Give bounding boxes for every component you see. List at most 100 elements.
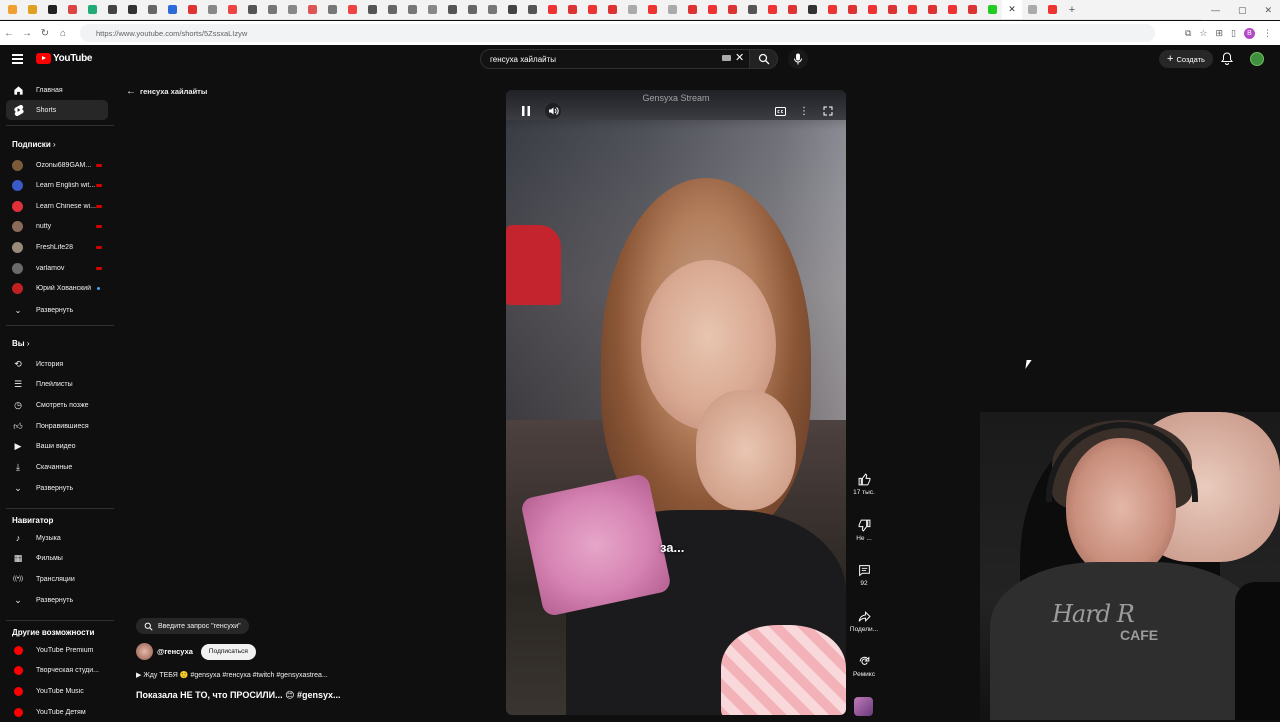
- fullscreen-button[interactable]: [820, 103, 836, 119]
- back-nav-icon[interactable]: ←: [0, 21, 18, 45]
- sidebar-item[interactable]: varlamov: [6, 258, 108, 278]
- sidebar-item[interactable]: Творческая студи...: [6, 661, 108, 681]
- sidebar-item[interactable]: Learn Chinese wi...: [6, 196, 108, 216]
- sidebar-item[interactable]: Ozonы689GAM...: [6, 155, 108, 175]
- subscribe-button[interactable]: Подписаться: [200, 643, 256, 660]
- sidebar-item[interactable]: Learn English wit...: [6, 176, 108, 196]
- browser-tab[interactable]: [242, 0, 262, 19]
- browser-tab[interactable]: [362, 0, 382, 19]
- browser-tab[interactable]: [762, 0, 782, 19]
- maximize-icon[interactable]: ▢: [1238, 5, 1247, 16]
- forward-nav-icon[interactable]: →: [18, 21, 36, 45]
- channel-avatar[interactable]: [136, 643, 153, 660]
- sound-thumbnail[interactable]: [854, 697, 873, 716]
- browser-tab[interactable]: [662, 0, 682, 19]
- browser-tab[interactable]: [602, 0, 622, 19]
- reload-icon[interactable]: ↻: [36, 21, 54, 45]
- browser-tab[interactable]: [102, 0, 122, 19]
- notifications-button[interactable]: [1221, 52, 1233, 70]
- sidebar-item[interactable]: nutty: [6, 217, 108, 237]
- sidebar-item[interactable]: ▶ Ваши видео: [6, 437, 108, 457]
- browser-tab[interactable]: [282, 0, 302, 19]
- browser-tab[interactable]: [742, 0, 762, 19]
- browser-tab[interactable]: [562, 0, 582, 19]
- remix-button[interactable]: Ремикс: [846, 653, 882, 678]
- sidebar-toggle-icon[interactable]: ▯: [1231, 28, 1236, 39]
- sidebar-item[interactable]: YouTube Music: [6, 681, 108, 701]
- url-field[interactable]: https://www.youtube.com/shorts/5ZssxaLIz…: [80, 24, 1155, 42]
- volume-button[interactable]: [545, 103, 561, 119]
- like-button[interactable]: 17 тыс.: [846, 471, 882, 496]
- subscriptions-heading[interactable]: Подписки ›: [12, 140, 56, 149]
- browser-tab[interactable]: [502, 0, 522, 19]
- sidebar-item[interactable]: ◷ Смотреть позже: [6, 395, 108, 415]
- browser-tab[interactable]: [62, 0, 82, 19]
- browser-tab[interactable]: [442, 0, 462, 19]
- sidebar-item[interactable]: YouTube Premium: [6, 640, 108, 660]
- sidebar-item[interactable]: ((•)) Трансляции: [6, 569, 108, 589]
- browser-tab[interactable]: [482, 0, 502, 19]
- sidebar-item[interactable]: ⌄ Развернуть: [6, 478, 108, 498]
- sidebar-item[interactable]: ♪ Музыка: [6, 528, 108, 548]
- sidebar-item[interactable]: YouTube Детям: [6, 702, 108, 722]
- browser-tab[interactable]: [202, 0, 222, 19]
- browser-tab[interactable]: [22, 0, 42, 19]
- browser-tab[interactable]: [142, 0, 162, 19]
- browser-tab[interactable]: [2, 0, 22, 19]
- browser-tab[interactable]: [402, 0, 422, 19]
- search-input[interactable]: генсуха хайлайты: [480, 49, 750, 69]
- browser-tab[interactable]: [702, 0, 722, 19]
- browser-tab[interactable]: [862, 0, 882, 19]
- browser-tab[interactable]: [162, 0, 182, 19]
- sidebar-item[interactable]: FreshLife28: [6, 237, 108, 257]
- more-options-button[interactable]: ⋮: [796, 103, 812, 119]
- browser-tab[interactable]: [942, 0, 962, 19]
- browser-profile-avatar[interactable]: B: [1244, 27, 1255, 39]
- dislike-button[interactable]: Не ...: [846, 517, 882, 542]
- browser-tab[interactable]: [902, 0, 922, 19]
- browser-tab[interactable]: [822, 0, 842, 19]
- voice-search-button[interactable]: [788, 49, 808, 69]
- home-nav-icon[interactable]: ⌂: [54, 21, 72, 45]
- sidebar-expand-subscriptions[interactable]: ⌄ Развернуть: [6, 300, 108, 320]
- browser-tab[interactable]: [542, 0, 562, 19]
- browser-tab[interactable]: [1022, 0, 1042, 19]
- close-window-icon[interactable]: ✕: [1264, 5, 1272, 16]
- browser-tab[interactable]: [462, 0, 482, 19]
- youtube-logo[interactable]: YouTube: [36, 53, 93, 64]
- browser-tab[interactable]: [982, 0, 1002, 19]
- browser-tab[interactable]: [782, 0, 802, 19]
- bookmark-star-icon[interactable]: ☆: [1199, 28, 1207, 39]
- browser-tab[interactable]: [582, 0, 602, 19]
- browser-tab[interactable]: [682, 0, 702, 19]
- browser-tab[interactable]: [622, 0, 642, 19]
- browser-tab[interactable]: [302, 0, 322, 19]
- search-button[interactable]: [750, 49, 778, 69]
- sidebar-item[interactable]: ▦ Фильмы: [6, 549, 108, 569]
- cast-icon[interactable]: ⧉: [1185, 28, 1191, 39]
- browser-tab[interactable]: [842, 0, 862, 19]
- account-avatar[interactable]: [1250, 52, 1264, 66]
- create-button[interactable]: + Создать: [1159, 50, 1213, 68]
- minimize-icon[interactable]: —: [1211, 5, 1220, 15]
- browser-tab[interactable]: [222, 0, 242, 19]
- browser-menu-icon[interactable]: ⋮: [1263, 28, 1272, 39]
- sidebar-item[interactable]: ⌄ Развернуть: [6, 590, 108, 610]
- sidebar-item[interactable]: Юрий Хованский: [6, 279, 108, 299]
- browser-tab[interactable]: [382, 0, 402, 19]
- browser-tab[interactable]: [522, 0, 542, 19]
- clear-search-icon[interactable]: ✕: [735, 51, 744, 64]
- sidebar-item[interactable]: ⤓ Скачанные: [6, 458, 108, 478]
- active-tab-close-icon[interactable]: ✕: [1002, 0, 1022, 19]
- browser-tab[interactable]: [722, 0, 742, 19]
- browser-tab[interactable]: [642, 0, 662, 19]
- you-heading[interactable]: Вы ›: [12, 339, 30, 348]
- extensions-icon[interactable]: ⊞: [1216, 28, 1224, 39]
- sidebar-item[interactable]: ☰ Плейлисты: [6, 375, 108, 395]
- browser-tab[interactable]: [122, 0, 142, 19]
- browser-tab[interactable]: [182, 0, 202, 19]
- browser-tab[interactable]: [262, 0, 282, 19]
- captions-button[interactable]: [772, 103, 788, 119]
- browser-tab[interactable]: [962, 0, 982, 19]
- browser-tab[interactable]: [1042, 0, 1062, 19]
